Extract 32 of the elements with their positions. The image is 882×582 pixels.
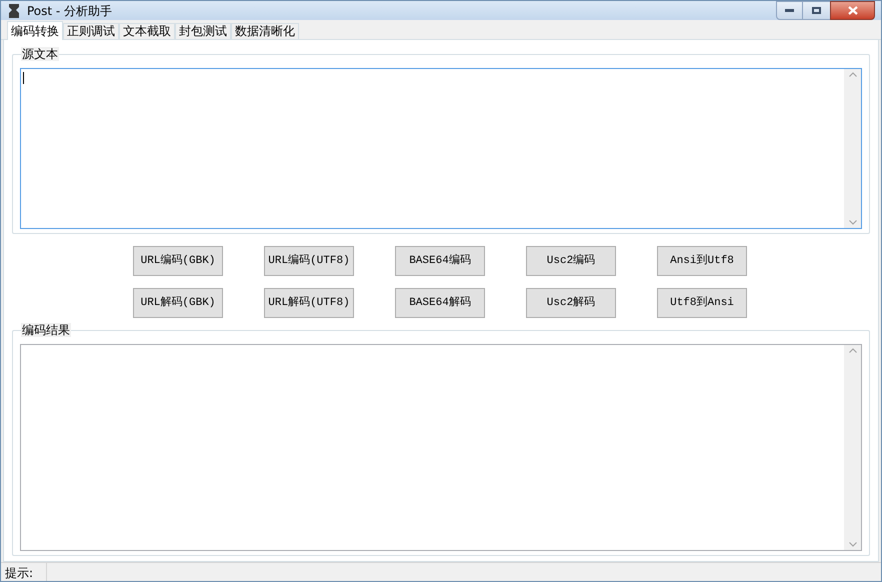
action-button[interactable]: URL解码(UTF8)	[264, 288, 354, 318]
close-icon	[848, 6, 858, 15]
text-area[interactable]	[20, 344, 862, 551]
tab[interactable]: 封包测试	[175, 23, 231, 39]
scroll-up-icon[interactable]	[848, 72, 856, 77]
scrollbar[interactable]	[844, 69, 861, 228]
action-button[interactable]: URL编码(GBK)	[133, 246, 223, 276]
text-area[interactable]	[20, 68, 862, 229]
tab[interactable]: 数据清晰化	[231, 23, 299, 39]
minimize-button[interactable]	[776, 1, 803, 20]
action-button[interactable]: URL编码(UTF8)	[264, 246, 354, 276]
app-icon	[7, 2, 21, 18]
action-button[interactable]: BASE64编码	[395, 246, 485, 276]
tab[interactable]: 编码转换	[7, 21, 63, 40]
close-button[interactable]	[830, 1, 875, 20]
window-title: Post - 分析助手	[27, 2, 112, 20]
status-label: 提示:	[1, 563, 47, 581]
tab[interactable]: 文本截取	[119, 23, 175, 39]
action-button[interactable]: URL解码(GBK)	[133, 288, 223, 318]
action-button[interactable]: Usc2编码	[526, 246, 616, 276]
scroll-down-icon[interactable]	[848, 542, 856, 547]
action-button[interactable]: BASE64解码	[395, 288, 485, 318]
group-label: 编码结果	[21, 323, 71, 337]
scrollbar[interactable]	[844, 345, 861, 550]
maximize-button[interactable]	[803, 1, 830, 20]
scroll-down-icon[interactable]	[848, 220, 856, 225]
tab[interactable]: 正则调试	[63, 23, 119, 39]
scroll-up-icon[interactable]	[848, 348, 856, 353]
action-button[interactable]: Usc2解码	[526, 288, 616, 318]
action-button[interactable]: Utf8到Ansi	[657, 288, 747, 318]
action-button[interactable]: Ansi到Utf8	[657, 246, 747, 276]
group-label: 源文本	[21, 47, 59, 61]
